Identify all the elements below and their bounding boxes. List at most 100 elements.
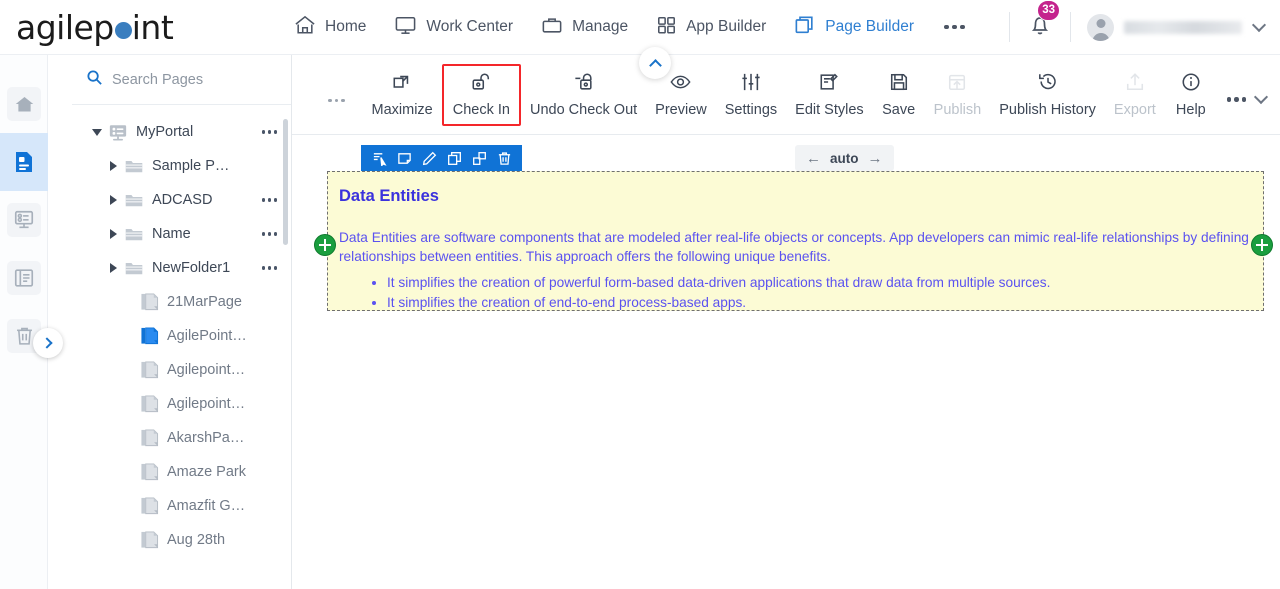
- rail-item-reports[interactable]: [0, 249, 48, 307]
- rail-item-home[interactable]: [0, 75, 48, 133]
- home-icon: [294, 15, 316, 40]
- select-parent-icon[interactable]: [368, 147, 390, 169]
- rail-item-pages[interactable]: [0, 133, 48, 191]
- grid-icon: [656, 15, 677, 40]
- add-section-right-button[interactable]: [1251, 234, 1273, 256]
- tree-item-context-menu[interactable]: [256, 266, 277, 270]
- copy-icon[interactable]: [443, 147, 465, 169]
- page-icon: [140, 496, 159, 516]
- toolbar-label: Check In: [452, 101, 510, 118]
- nav-overflow-menu[interactable]: [928, 0, 981, 55]
- nav-label-work-center: Work Center: [426, 18, 514, 35]
- tree-item-agilepoint[interactable]: AgilePoint…: [72, 319, 291, 353]
- pages-icon: [794, 15, 816, 40]
- tree-item-label: AkarshPa…: [167, 430, 245, 446]
- toolbar-overflow-left[interactable]: [300, 98, 363, 103]
- toolbar-label: Undo Check Out: [529, 101, 638, 118]
- folder-icon: [124, 157, 144, 175]
- tree-item-context-menu[interactable]: [256, 130, 277, 134]
- unlock-icon: [471, 72, 491, 96]
- nav-label-app-builder: App Builder: [686, 18, 767, 35]
- tree-item-amazfit-g[interactable]: Amazfit G…: [72, 489, 291, 523]
- comment-icon[interactable]: [393, 147, 415, 169]
- tree-item-label: Sample P…: [152, 158, 230, 174]
- folder-icon: [124, 191, 144, 209]
- chevron-down-icon[interactable]: [1254, 89, 1269, 105]
- nav-item-manage[interactable]: Manage: [527, 0, 642, 55]
- toolbar-label: Settings: [724, 101, 778, 118]
- toolbar-button-check-in[interactable]: Check In: [441, 63, 521, 126]
- header-divider-1: [1009, 12, 1010, 42]
- save-icon: [889, 72, 909, 96]
- portal-icon: [108, 123, 128, 142]
- caret-right-icon[interactable]: [102, 195, 124, 205]
- eye-icon: [670, 72, 692, 96]
- tree-item-adcasd[interactable]: ADCASD: [72, 183, 291, 217]
- tree-item-myportal[interactable]: MyPortal: [72, 115, 291, 149]
- caret-down-icon[interactable]: [86, 128, 108, 136]
- list-icon: [7, 261, 41, 295]
- nav-item-app-builder[interactable]: App Builder: [642, 0, 780, 55]
- toolbar-button-help[interactable]: Help: [1165, 64, 1217, 126]
- toolbar-button-maximize[interactable]: Maximize: [363, 64, 442, 126]
- logo-text-after: int: [131, 7, 174, 47]
- nav-label-page-builder: Page Builder: [825, 18, 914, 35]
- tree-item-context-menu[interactable]: [256, 198, 277, 202]
- tree-item-name[interactable]: Name: [72, 217, 291, 251]
- toolbar-label: Maximize: [371, 101, 433, 118]
- notifications-button[interactable]: 33: [1014, 0, 1066, 43]
- tree-item-amaze-park[interactable]: Amaze Park: [72, 455, 291, 489]
- search-input[interactable]: [112, 71, 262, 88]
- nav-item-work-center[interactable]: Work Center: [380, 0, 527, 55]
- toolbar-button-settings[interactable]: Settings: [716, 64, 786, 126]
- tree-item-agilepoint[interactable]: Agilepoint…: [72, 387, 291, 421]
- page-icon: [140, 394, 159, 414]
- add-section-left-button[interactable]: [314, 234, 336, 256]
- nav-item-home[interactable]: Home: [280, 0, 380, 55]
- tree-item-newfolder1[interactable]: NewFolder1: [72, 251, 291, 285]
- export-icon: [1125, 72, 1145, 96]
- expand-rail-button[interactable]: [33, 328, 63, 358]
- width-increase-icon[interactable]: →: [868, 151, 883, 166]
- toolbar-button-save[interactable]: Save: [873, 64, 925, 126]
- monitor-icon: [394, 15, 417, 40]
- toolbar-button-undo-check-out[interactable]: Undo Check Out: [521, 64, 646, 126]
- list-item: It simplifies the creation of end-to-end…: [387, 293, 1050, 313]
- toolbar-button-publish: Publish: [925, 64, 991, 126]
- briefcase-icon: [541, 15, 563, 40]
- tree-item-akarshpa[interactable]: AkarshPa…: [72, 421, 291, 455]
- width-control[interactable]: ← auto →: [795, 145, 894, 171]
- delete-icon[interactable]: [493, 147, 515, 169]
- duplicate-icon[interactable]: [468, 147, 490, 169]
- tree-item-agilepoint[interactable]: Agilepoint…: [72, 353, 291, 387]
- header-right-tools: 33: [1005, 0, 1280, 55]
- main-navigation: Home Work Center Manage App Builder Page…: [280, 0, 1005, 55]
- tree-item-21marpage[interactable]: 21MarPage: [72, 285, 291, 319]
- data-entities-block[interactable]: Data Entities Data Entities are software…: [327, 171, 1264, 311]
- toolbar-overflow-right[interactable]: [1217, 97, 1251, 102]
- toolbar-button-edit-styles[interactable]: Edit Styles: [786, 64, 873, 126]
- tree-item-context-menu[interactable]: [256, 232, 277, 236]
- list-item: It simplifies the creation of powerful f…: [387, 273, 1050, 293]
- sidebar-scrollbar[interactable]: [283, 119, 288, 245]
- caret-right-icon[interactable]: [102, 263, 124, 273]
- collapse-toolbar-button[interactable]: [639, 47, 671, 79]
- caret-right-icon[interactable]: [102, 229, 124, 239]
- edit-icon[interactable]: [418, 147, 440, 169]
- tree-item-sample-p[interactable]: Sample P…: [72, 149, 291, 183]
- bell-icon: [1028, 16, 1052, 42]
- width-decrease-icon[interactable]: ←: [806, 151, 821, 166]
- info-icon: [1181, 72, 1201, 96]
- toolbar-label: Edit Styles: [795, 101, 864, 118]
- agilepoint-logo[interactable]: agilep int: [0, 11, 280, 44]
- caret-right-icon[interactable]: [102, 161, 124, 171]
- nav-label-manage: Manage: [572, 18, 629, 35]
- profile-menu[interactable]: [1075, 13, 1280, 41]
- toolbar-button-publish-history[interactable]: Publish History: [990, 64, 1105, 126]
- page-icon: [7, 145, 41, 179]
- rail-item-forms[interactable]: [0, 191, 48, 249]
- username-label: [1124, 20, 1242, 34]
- tree-item-aug-28th[interactable]: Aug 28th: [72, 523, 291, 557]
- folder-icon: [124, 259, 144, 277]
- nav-item-page-builder[interactable]: Page Builder: [780, 0, 928, 55]
